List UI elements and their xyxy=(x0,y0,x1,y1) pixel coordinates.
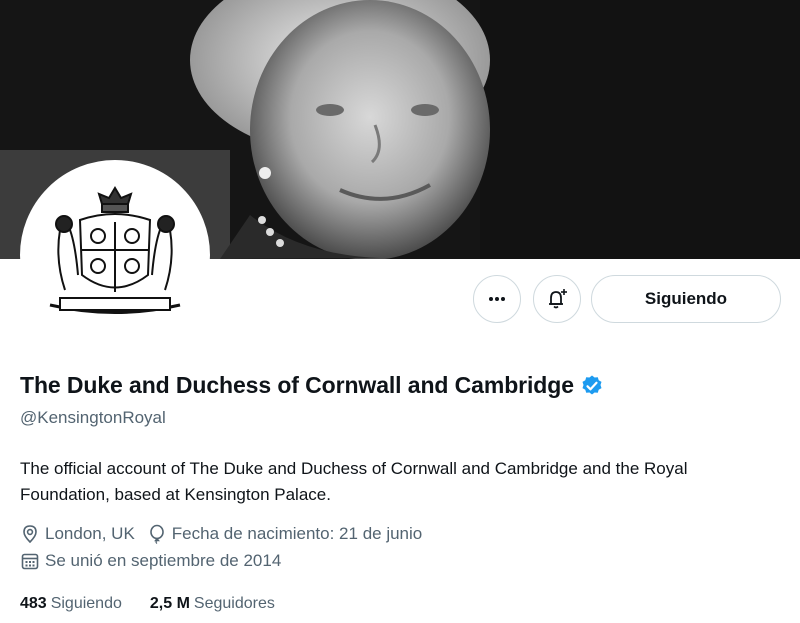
profile-meta-row-joined: Se unió en septiembre de 2014 xyxy=(20,551,293,571)
following-count: 483 xyxy=(20,595,47,612)
birthday-item: Fecha de nacimiento: 21 de junio xyxy=(147,524,422,544)
profile-bio: The official account of The Duke and Duc… xyxy=(20,459,688,504)
joined-item: Se unió en septiembre de 2014 xyxy=(20,551,281,571)
birthday-text: Fecha de nacimiento: 21 de junio xyxy=(171,524,423,543)
profile-meta-row: London, UK Fecha de nacimiento: 21 de ju… xyxy=(20,524,434,544)
location-text: London, UK xyxy=(45,524,135,543)
followers-label: Seguidores xyxy=(193,595,275,612)
location-pin-icon xyxy=(23,525,37,544)
more-horizontal-icon xyxy=(489,297,505,301)
notifications-button[interactable] xyxy=(533,275,581,323)
followers-count: 2,5 M xyxy=(149,595,190,612)
location-item: London, UK xyxy=(20,524,135,544)
calendar-icon xyxy=(21,553,39,570)
bell-plus-icon xyxy=(549,289,567,309)
joined-text: Se unió en septiembre de 2014 xyxy=(45,551,282,570)
following-label: Siguiendo xyxy=(50,595,122,612)
coat-of-arms-icon xyxy=(49,186,181,314)
followers-count-link[interactable]: 2,5 M Seguidores xyxy=(150,595,275,613)
more-options-button[interactable] xyxy=(473,275,521,323)
balloon-icon xyxy=(149,524,164,544)
profile-handle: @KensingtonRoyal xyxy=(20,408,166,427)
following-button[interactable]: Siguiendo xyxy=(591,275,781,323)
profile-name-row: The Duke and Duchess of Cornwall and Cam… xyxy=(20,372,604,399)
display-name: The Duke and Duchess of Cornwall and Cam… xyxy=(20,372,574,398)
following-count-link[interactable]: 483 Siguiendo xyxy=(20,595,122,613)
verified-badge-icon xyxy=(580,374,604,398)
profile-stats: 483 Siguiendo 2,5 M Seguidores xyxy=(20,595,303,613)
profile-avatar[interactable] xyxy=(20,160,210,350)
